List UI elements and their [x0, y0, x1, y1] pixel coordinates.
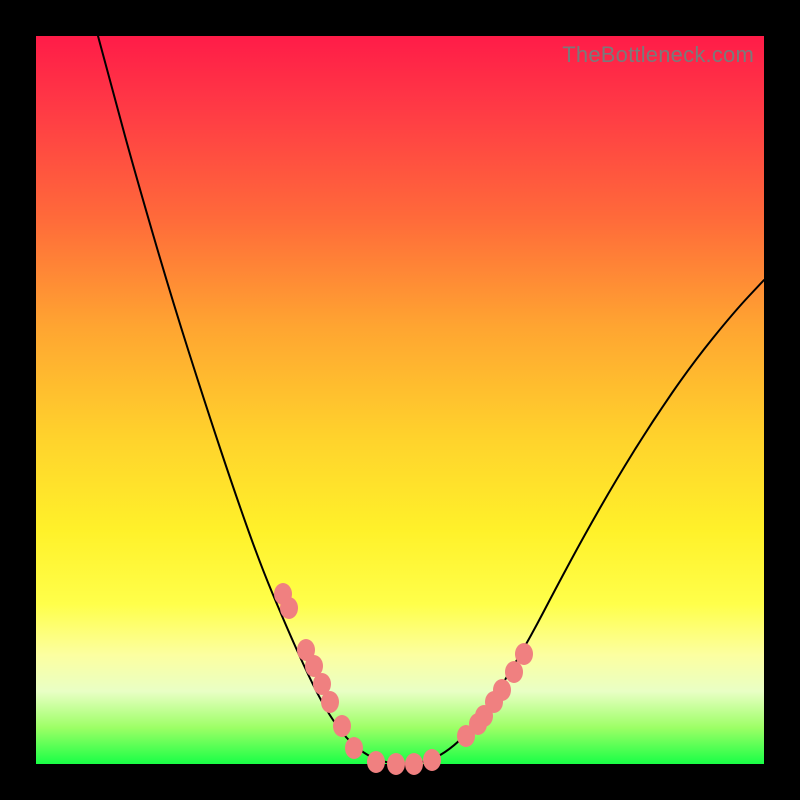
data-point: [505, 661, 523, 683]
plot-area: TheBottleneck.com: [36, 36, 764, 764]
data-point: [333, 715, 351, 737]
data-point: [321, 691, 339, 713]
data-point: [405, 753, 423, 775]
data-point: [387, 753, 405, 775]
data-point: [280, 597, 298, 619]
data-point: [515, 643, 533, 665]
bottleneck-curve: [98, 36, 764, 764]
data-point: [367, 751, 385, 773]
data-points-group: [274, 583, 533, 775]
data-point: [423, 749, 441, 771]
data-point: [493, 679, 511, 701]
frame: TheBottleneck.com: [0, 0, 800, 800]
curve-svg: [36, 36, 764, 764]
data-point: [345, 737, 363, 759]
watermark-text: TheBottleneck.com: [562, 42, 754, 68]
